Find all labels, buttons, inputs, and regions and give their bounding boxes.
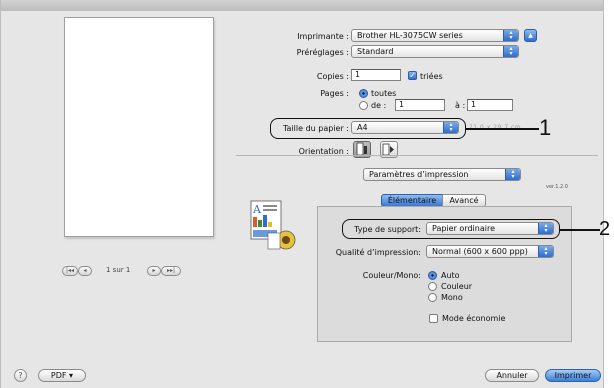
color-color-radio[interactable] (428, 282, 437, 291)
callout-2-line (560, 229, 600, 231)
quality-select-value: Normal (600 x 600 ppp) (432, 247, 528, 256)
updown-arrows-icon: ▴ ▾ (503, 30, 518, 41)
collated-checkbox[interactable]: ✓ (408, 71, 417, 80)
svg-text:A: A (252, 203, 262, 216)
cancel-button[interactable]: Annuler (485, 369, 539, 382)
color-auto-label: Auto (441, 271, 460, 280)
preview-last-button[interactable]: ▸▸| (161, 266, 181, 276)
collated-label: triées (420, 72, 443, 81)
print-button[interactable]: Imprimer (545, 369, 601, 382)
pages-to-input[interactable]: 1 (467, 99, 513, 111)
copies-label: Copies : (316, 72, 349, 81)
pages-to-label: à : (455, 101, 466, 110)
settings-section-select[interactable]: Paramètres d’impression ▴ ▾ (363, 168, 521, 181)
callout-1-line (466, 128, 539, 130)
separator (236, 155, 598, 156)
updown-arrows-icon: ▴ ▾ (503, 46, 518, 57)
printer-select[interactable]: Brother HL-3075CW series ▴ ▾ (351, 29, 519, 42)
help-button[interactable]: ? (14, 369, 27, 382)
preview-first-button[interactable]: |◂◂ (62, 266, 78, 276)
presets-label: Préréglages : (296, 48, 349, 57)
print-dialog: |◂◂ ◂ 1 sur 1 ▸ ▸▸| Imprimante : Brother… (0, 0, 604, 388)
copies-input[interactable]: 1 (351, 69, 401, 81)
color-mode-label: Couleur/Mono: (362, 271, 421, 280)
toner-save-checkbox[interactable] (429, 314, 438, 323)
settings-section-value: Paramètres d’impression (369, 170, 469, 179)
color-auto-radio[interactable] (428, 271, 437, 280)
updown-arrows-icon: ▴ ▾ (538, 246, 553, 257)
preview-page-indicator: 1 sur 1 (106, 266, 131, 274)
color-mono-label: Mono (441, 293, 463, 302)
pages-all-label: toutes (371, 89, 397, 98)
preview-prev-button[interactable]: ◂ (78, 266, 92, 276)
printer-select-value: Brother HL-3075CW series (357, 31, 463, 40)
pages-from-input[interactable]: 1 (395, 99, 445, 111)
printer-label: Imprimante : (297, 32, 349, 41)
callout-2-number: 2 (599, 218, 611, 240)
disclosure-triangle-icon[interactable]: ▲ (524, 29, 537, 42)
toner-save-label: Mode économie (442, 314, 506, 323)
quality-label: Qualité d’impression: (335, 248, 421, 257)
media-preview-icon: A (250, 200, 296, 250)
print-preview-page (64, 17, 214, 237)
callout-2-frame (342, 219, 560, 239)
pdf-menu-button[interactable]: PDF ▾ (38, 369, 86, 382)
presets-select[interactable]: Standard ▴ ▾ (351, 45, 519, 58)
color-color-label: Couleur (441, 282, 473, 291)
dialog-titlebar (1, 0, 603, 11)
callout-1-frame (270, 118, 466, 139)
callout-1-number: 1 (539, 115, 552, 140)
updown-arrows-icon: ▴ ▾ (505, 169, 520, 180)
presets-select-value: Standard (357, 47, 394, 56)
pages-label: Pages : (320, 89, 349, 98)
driver-version: ver.1.2.0 (546, 184, 568, 190)
pages-from-label: de : (371, 101, 387, 110)
pages-all-radio[interactable] (359, 89, 368, 98)
color-mono-radio[interactable] (428, 293, 437, 302)
quality-select[interactable]: Normal (600 x 600 ppp) ▴ ▾ (426, 245, 554, 258)
preview-next-button[interactable]: ▸ (147, 266, 161, 276)
pages-range-radio[interactable] (359, 101, 368, 110)
